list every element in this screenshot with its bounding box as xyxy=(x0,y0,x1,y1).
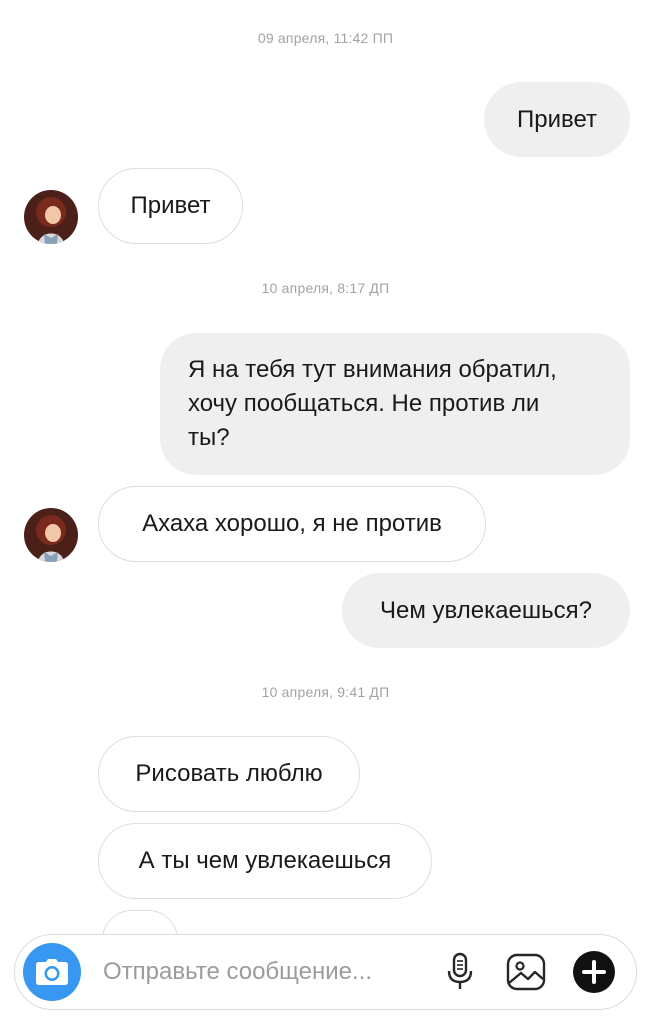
message-bubble-outgoing[interactable]: Чем увлекаешься? xyxy=(342,573,630,648)
timestamp: 09 апреля, 11:42 ПП xyxy=(257,30,394,46)
message-bubble-incoming[interactable]: Ахаха хорошо, я не против xyxy=(98,486,486,562)
microphone-button[interactable] xyxy=(437,949,483,995)
message-line: хочу пообщаться. Не против ли xyxy=(188,390,540,417)
message-input[interactable] xyxy=(103,953,433,991)
camera-icon xyxy=(36,959,68,985)
message-bubble-outgoing[interactable]: Я на тебя тут внимания обратил, хочу поо… xyxy=(160,333,630,475)
add-button[interactable] xyxy=(571,949,617,995)
message-line: Я на тебя тут внимания обратил, xyxy=(188,356,557,383)
chat-screen: 09 апреля, 11:42 ПП Привет Привет 10 апр… xyxy=(0,0,651,1024)
message-composer xyxy=(14,934,637,1010)
timestamp: 10 апреля, 8:17 ДП xyxy=(261,280,390,296)
microphone-icon xyxy=(447,952,473,989)
avatar[interactable] xyxy=(24,508,78,562)
plus-icon xyxy=(573,951,615,993)
message-line: ты? xyxy=(188,424,230,451)
message-bubble-incoming[interactable]: Рисовать люблю xyxy=(98,736,360,812)
gallery-button[interactable] xyxy=(503,949,549,995)
gallery-icon xyxy=(506,953,546,991)
message-bubble-incoming[interactable]: Привет xyxy=(98,168,243,244)
avatar[interactable] xyxy=(24,190,78,244)
camera-button[interactable] xyxy=(23,943,81,1001)
timestamp: 10 апреля, 9:41 ДП xyxy=(261,684,390,700)
message-bubble-incoming[interactable]: А ты чем увлекаешься xyxy=(98,823,432,899)
message-bubble-outgoing[interactable]: Привет xyxy=(484,82,630,157)
